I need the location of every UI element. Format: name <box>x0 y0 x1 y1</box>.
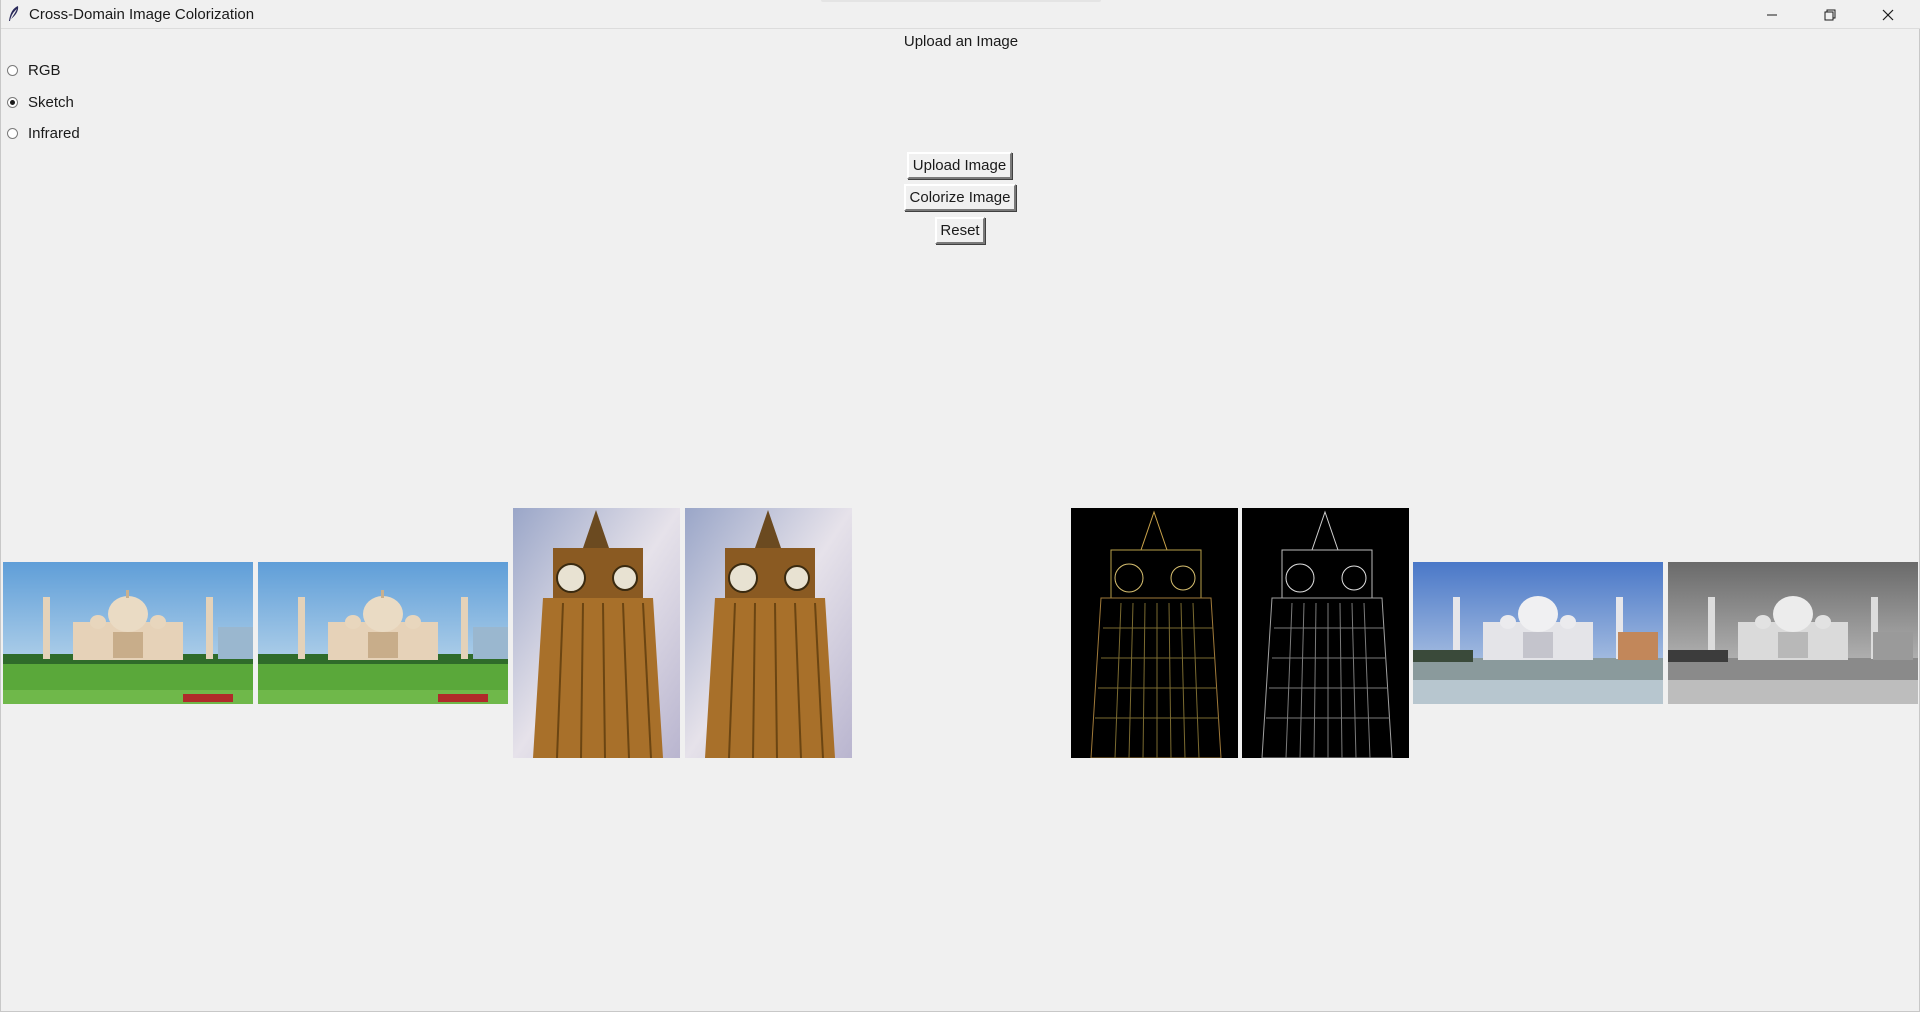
colorize-image-button[interactable]: Colorize Image <box>904 184 1016 211</box>
radio-rgb[interactable]: RGB <box>7 59 61 81</box>
app-window: Cross-Domain Image Colorization Upload a… <box>0 0 1920 1012</box>
snap-indicator <box>821 0 1101 2</box>
taj-mahal-grayscale-image <box>1668 562 1918 704</box>
radio-label-sketch: Sketch <box>28 93 74 111</box>
radio-button-infrared[interactable] <box>7 127 18 139</box>
taj-mahal-colorized-image <box>1413 562 1663 704</box>
minimize-icon <box>1767 14 1777 15</box>
upload-image-button[interactable]: Upload Image <box>907 152 1012 179</box>
upload-heading: Upload an Image <box>903 33 1019 50</box>
minimize-button[interactable] <box>1743 0 1801 29</box>
radio-label-rgb: RGB <box>28 61 61 79</box>
big-ben-sketch-gray-image <box>1242 508 1409 758</box>
radio-button-rgb[interactable] <box>7 64 18 76</box>
radio-button-sketch[interactable] <box>7 96 18 108</box>
radio-sketch[interactable]: Sketch <box>7 91 74 113</box>
feather-icon <box>9 6 19 21</box>
taj-mahal-color-image <box>258 562 508 704</box>
big-ben-sketch-color-image <box>1071 508 1238 758</box>
big-ben-color-image <box>513 508 680 758</box>
restore-icon <box>1824 9 1836 20</box>
title-bar[interactable]: Cross-Domain Image Colorization <box>1 0 1920 29</box>
restore-button[interactable] <box>1801 0 1859 29</box>
window-title: Cross-Domain Image Colorization <box>29 6 255 23</box>
reset-button[interactable]: Reset <box>935 217 985 244</box>
radio-infrared[interactable]: Infrared <box>7 122 80 144</box>
big-ben-color-image <box>685 508 852 758</box>
radio-label-infrared: Infrared <box>28 124 80 142</box>
close-icon <box>1882 9 1894 20</box>
close-button[interactable] <box>1859 0 1917 29</box>
taj-mahal-color-image <box>3 562 253 704</box>
